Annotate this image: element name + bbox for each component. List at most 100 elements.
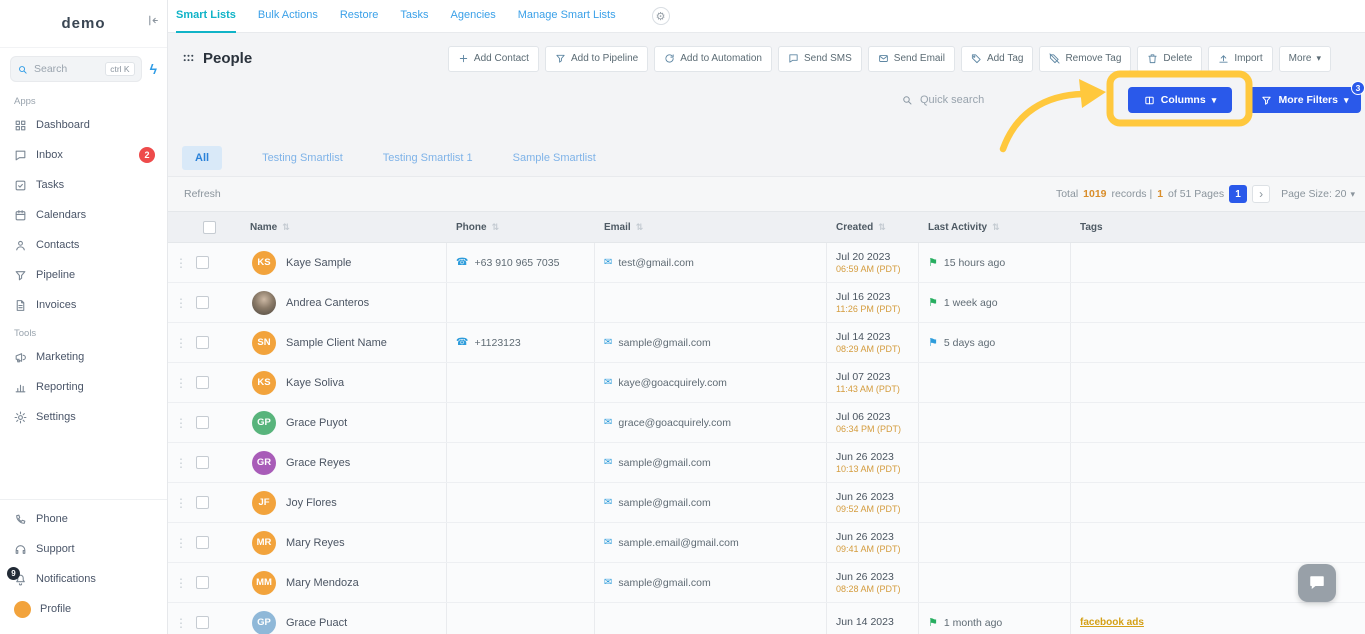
sidebar-item-support[interactable]: Support bbox=[0, 534, 167, 564]
drag-handle-icon[interactable]: ⋮ bbox=[168, 243, 194, 282]
row-checkbox[interactable] bbox=[196, 416, 209, 429]
smartlist-tab-sample-smartlist[interactable]: Sample Smartlist bbox=[513, 152, 596, 164]
drag-handle-icon[interactable]: ⋮ bbox=[168, 283, 194, 322]
drag-handle-icon[interactable]: ⋮ bbox=[168, 363, 194, 402]
sort-icon[interactable]: ⇅ bbox=[492, 222, 500, 233]
table-row[interactable]: ⋮ KS Kaye Soliva ✉ kaye@goacquirely.com Ju… bbox=[168, 363, 1365, 403]
page-button-1[interactable]: 1 bbox=[1229, 185, 1248, 203]
contact-email[interactable]: sample@gmail.com bbox=[618, 337, 710, 349]
sidebar-item-reporting[interactable]: Reporting bbox=[0, 372, 167, 402]
contact-phone[interactable]: +63 910 965 7035 bbox=[474, 257, 559, 269]
quick-actions-bolt-icon[interactable]: ϟ bbox=[150, 62, 157, 76]
drag-handle-icon[interactable]: ⋮ bbox=[168, 563, 194, 602]
tab-smart-lists[interactable]: Smart Lists bbox=[176, 0, 236, 33]
sort-icon[interactable]: ⇅ bbox=[992, 222, 1000, 233]
contact-name[interactable]: Joy Flores bbox=[286, 497, 337, 509]
contact-name[interactable]: Kaye Sample bbox=[286, 257, 351, 269]
remove-tag-button[interactable]: Remove Tag bbox=[1039, 45, 1132, 72]
drag-handle-icon[interactable]: ⋮ bbox=[168, 403, 194, 442]
search-input[interactable]: Search ctrl K bbox=[10, 56, 142, 82]
row-checkbox[interactable] bbox=[196, 576, 209, 589]
column-header-phone[interactable]: Phone ⇅ bbox=[447, 212, 595, 242]
add-to-automation-button[interactable]: Add to Automation bbox=[654, 45, 772, 72]
refresh-button[interactable]: Refresh bbox=[184, 188, 221, 200]
contact-email[interactable]: kaye@goacquirely.com bbox=[618, 377, 727, 389]
tag-link[interactable]: facebook ads bbox=[1080, 617, 1144, 628]
delete-button[interactable]: Delete bbox=[1137, 45, 1203, 72]
contact-email[interactable]: sample.email@gmail.com bbox=[618, 537, 738, 549]
add-to-pipeline-button[interactable]: Add to Pipeline bbox=[544, 45, 649, 72]
contact-name[interactable]: Grace Reyes bbox=[286, 457, 350, 469]
sidebar-item-notifications[interactable]: 9 Notifications bbox=[0, 564, 167, 594]
column-header-last-activity[interactable]: Last Activity ⇅ bbox=[919, 212, 1071, 242]
drag-handle-icon[interactable]: ⋮ bbox=[168, 603, 194, 634]
row-checkbox[interactable] bbox=[196, 376, 209, 389]
tab-bulk-actions[interactable]: Bulk Actions bbox=[258, 0, 318, 33]
settings-gear-button[interactable]: ⚙ bbox=[651, 7, 670, 25]
row-checkbox[interactable] bbox=[196, 336, 209, 349]
smartlist-tab-testing-smartlist-1[interactable]: Testing Smartlist 1 bbox=[383, 152, 473, 164]
drag-handle-icon[interactable]: ⋮ bbox=[168, 323, 194, 362]
more-button[interactable]: More ▾ bbox=[1278, 45, 1331, 72]
tab-restore[interactable]: Restore bbox=[340, 0, 379, 33]
smartlist-tab-testing-smartlist[interactable]: Testing Smartlist bbox=[262, 152, 343, 164]
row-checkbox[interactable] bbox=[196, 536, 209, 549]
smartlist-tab-all[interactable]: All bbox=[182, 146, 223, 170]
sidebar-item-dashboard[interactable]: Dashboard bbox=[0, 110, 167, 140]
chat-widget-button[interactable] bbox=[1298, 564, 1336, 602]
sort-icon[interactable]: ⇅ bbox=[636, 222, 644, 233]
drag-handle-icon[interactable]: ⋮ bbox=[168, 523, 194, 562]
select-all-checkbox[interactable] bbox=[203, 220, 216, 234]
table-row[interactable]: ⋮ GP Grace Puact Jun 14 2023 ⚑ 1 month ago… bbox=[168, 603, 1365, 634]
table-row[interactable]: ⋮ GP Grace Puyot ✉ grace@goacquirely.com J… bbox=[168, 403, 1365, 443]
page-size-select[interactable]: Page Size: 20 ▾ bbox=[1281, 188, 1355, 200]
add-contact-button[interactable]: Add Contact bbox=[447, 45, 539, 72]
sidebar-item-settings[interactable]: Settings bbox=[0, 402, 167, 432]
column-header-created[interactable]: Created ⇅ bbox=[827, 212, 919, 242]
table-row[interactable]: ⋮ SN Sample Client Name ☎ +1123123 ✉ sample… bbox=[168, 323, 1365, 363]
contact-email[interactable]: grace@goacquirely.com bbox=[618, 417, 731, 429]
row-checkbox[interactable] bbox=[196, 256, 209, 269]
next-page-button[interactable]: › bbox=[1252, 185, 1271, 203]
column-header-name[interactable]: Name ⇅ bbox=[232, 212, 447, 242]
sidebar-item-contacts[interactable]: Contacts bbox=[0, 230, 167, 260]
add-tag-button[interactable]: Add Tag bbox=[960, 45, 1034, 72]
more-filters-button[interactable]: More Filters ▾ 3 bbox=[1249, 81, 1365, 113]
collapse-sidebar-icon[interactable] bbox=[146, 14, 159, 27]
tab-manage-smart-lists[interactable]: Manage Smart Lists bbox=[518, 0, 616, 33]
sidebar-item-tasks[interactable]: Tasks bbox=[0, 170, 167, 200]
sidebar-item-profile[interactable]: Profile bbox=[0, 594, 167, 624]
contact-name[interactable]: Mary Mendoza bbox=[286, 577, 359, 589]
sort-icon[interactable]: ⇅ bbox=[878, 222, 886, 233]
sidebar-item-invoices[interactable]: Invoices bbox=[0, 290, 167, 320]
row-checkbox[interactable] bbox=[196, 496, 209, 509]
drag-handle-icon[interactable]: ⋮ bbox=[168, 483, 194, 522]
columns-button[interactable]: Columns ▾ bbox=[1128, 87, 1232, 113]
table-row[interactable]: ⋮ MR Mary Reyes ✉ sample.email@gmail.com J… bbox=[168, 523, 1365, 563]
contact-name[interactable]: Grace Puyot bbox=[286, 417, 347, 429]
table-row[interactable]: ⋮ GR Grace Reyes ✉ sample@gmail.com Jun 26… bbox=[168, 443, 1365, 483]
contact-email[interactable]: sample@gmail.com bbox=[618, 457, 710, 469]
sidebar-item-calendars[interactable]: Calendars bbox=[0, 200, 167, 230]
row-checkbox[interactable] bbox=[196, 296, 209, 309]
contact-phone[interactable]: +1123123 bbox=[474, 337, 520, 349]
table-row[interactable]: ⋮ KS Kaye Sample ☎ +63 910 965 7035 ✉ test@… bbox=[168, 243, 1365, 283]
send-email-button[interactable]: Send Email bbox=[867, 45, 955, 72]
contact-name[interactable]: Grace Puact bbox=[286, 617, 347, 629]
contact-name[interactable]: Andrea Canteros bbox=[286, 297, 369, 309]
row-checkbox[interactable] bbox=[196, 456, 209, 469]
quick-search[interactable] bbox=[895, 87, 1110, 113]
quick-search-input[interactable] bbox=[920, 94, 1090, 106]
contact-email[interactable]: test@gmail.com bbox=[618, 257, 693, 269]
tab-tasks[interactable]: Tasks bbox=[400, 0, 428, 33]
contact-email[interactable]: sample@gmail.com bbox=[618, 577, 710, 589]
table-row[interactable]: ⋮ MM Mary Mendoza ✉ sample@gmail.com Jun 2… bbox=[168, 563, 1365, 603]
drag-handle-icon[interactable]: ⋮ bbox=[168, 443, 194, 482]
import-button[interactable]: Import bbox=[1208, 45, 1273, 72]
sort-icon[interactable]: ⇅ bbox=[282, 222, 290, 233]
tab-agencies[interactable]: Agencies bbox=[451, 0, 496, 33]
sidebar-item-pipeline[interactable]: Pipeline bbox=[0, 260, 167, 290]
send-sms-button[interactable]: Send SMS bbox=[777, 45, 862, 72]
table-row[interactable]: ⋮ Andrea Canteros Jul 16 2023 11:26 PM (P… bbox=[168, 283, 1365, 323]
sidebar-item-marketing[interactable]: Marketing bbox=[0, 342, 167, 372]
